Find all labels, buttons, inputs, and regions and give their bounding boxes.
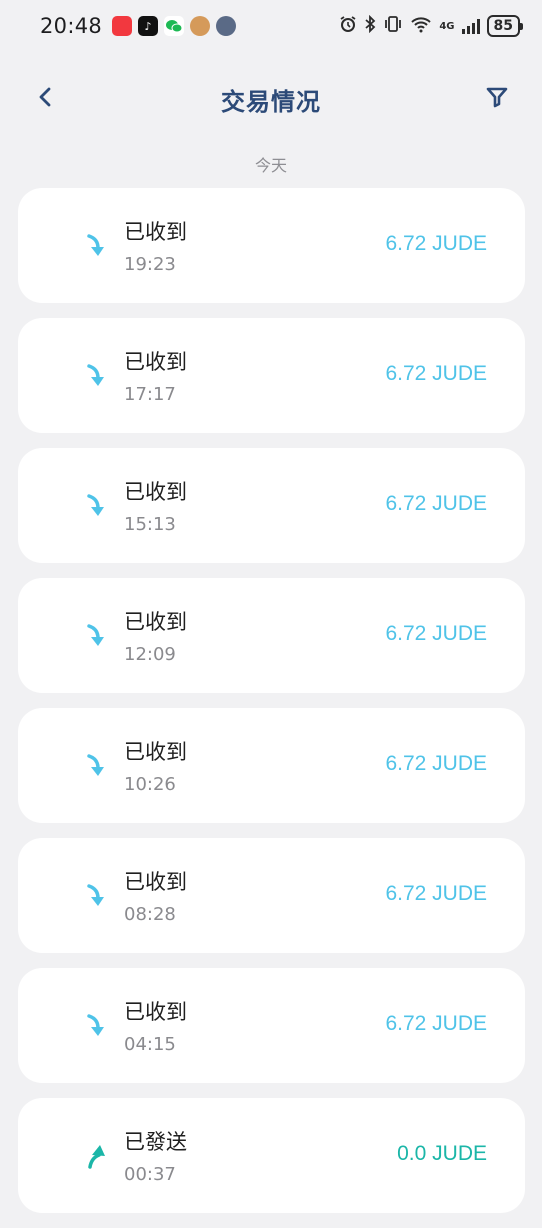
vibrate-icon (383, 15, 403, 37)
arrow-received-icon (87, 624, 104, 646)
arrow-received-icon (87, 1014, 104, 1036)
arrow-sent-icon (88, 1145, 105, 1169)
transaction-item[interactable]: 已收到 08:28 6.72 JUDE (18, 838, 525, 953)
system-icons: 4G 85 (339, 14, 524, 37)
transaction-time: 17:17 (124, 384, 176, 405)
alarm-icon (339, 15, 357, 37)
page-title: 交易情况 (221, 88, 321, 116)
transaction-list: 已收到 19:23 6.72 JUDE 已收到 17:17 6.72 JUDE … (18, 188, 525, 1228)
transaction-time: 04:15 (124, 1034, 176, 1055)
filter-icon (486, 87, 508, 108)
transaction-type: 已收到 (124, 220, 187, 244)
transaction-type: 已收到 (124, 610, 187, 634)
transaction-time: 10:26 (124, 774, 176, 795)
avatar-icon (190, 16, 211, 36)
transaction-item[interactable]: 已收到 12:09 6.72 JUDE (18, 578, 525, 693)
avatar-icon (216, 16, 237, 36)
transaction-item[interactable]: 已收到 17:17 6.72 JUDE (18, 318, 525, 433)
bluetooth-icon (364, 14, 376, 37)
arrow-received-icon (87, 754, 104, 776)
transaction-amount: 6.72 JUDE (385, 232, 487, 255)
arrow-received-icon (87, 364, 104, 386)
transaction-type: 已收到 (124, 1000, 187, 1024)
arrow-received-icon (87, 494, 104, 516)
transaction-type: 已發送 (124, 1130, 187, 1154)
date-section-label: 今天 (254, 156, 287, 175)
filter-button[interactable] (482, 82, 512, 112)
transaction-item[interactable]: 已收到 15:13 6.72 JUDE (18, 448, 525, 563)
wifi-icon (410, 15, 432, 37)
transaction-time: 08:28 (124, 904, 176, 925)
tiktok-icon: ♪ (138, 16, 159, 36)
transaction-amount: 6.72 JUDE (385, 622, 487, 645)
transaction-type: 已收到 (124, 480, 187, 504)
transaction-time: 15:13 (124, 514, 176, 535)
transaction-amount: 6.72 JUDE (385, 882, 487, 905)
arrow-received-icon (87, 884, 104, 906)
transaction-amount: 6.72 JUDE (385, 752, 487, 775)
status-bar: 20:48 ♪ 4G 85 (0, 0, 542, 52)
transaction-amount: 6.72 JUDE (385, 1012, 487, 1035)
signal-icon (461, 18, 480, 34)
transaction-item[interactable]: 已收到 04:15 6.72 JUDE (18, 968, 525, 1083)
transaction-item[interactable]: 已發送 00:37 0.0 JUDE (18, 1098, 525, 1213)
arrow-received-icon (87, 234, 104, 256)
transaction-type: 已收到 (124, 870, 187, 894)
wechat-icon (164, 16, 185, 36)
transaction-amount: 0.0 JUDE (397, 1142, 487, 1165)
transaction-time: 12:09 (124, 644, 176, 665)
transaction-amount: 6.72 JUDE (385, 362, 487, 385)
transaction-type: 已收到 (124, 740, 187, 764)
red-app-icon (112, 16, 133, 36)
notification-icons: ♪ (112, 16, 237, 36)
transaction-amount: 6.72 JUDE (385, 492, 487, 515)
network-type: 4G (439, 20, 455, 32)
header: 交易情况 (0, 70, 542, 126)
transaction-time: 19:23 (124, 254, 176, 275)
transaction-type: 已收到 (124, 350, 187, 374)
status-time: 20:48 (40, 14, 103, 38)
transaction-time: 00:37 (124, 1164, 176, 1185)
transaction-item[interactable]: 已收到 19:23 6.72 JUDE (18, 188, 525, 303)
battery-indicator: 85 (486, 15, 524, 37)
transaction-item[interactable]: 已收到 10:26 6.72 JUDE (18, 708, 525, 823)
